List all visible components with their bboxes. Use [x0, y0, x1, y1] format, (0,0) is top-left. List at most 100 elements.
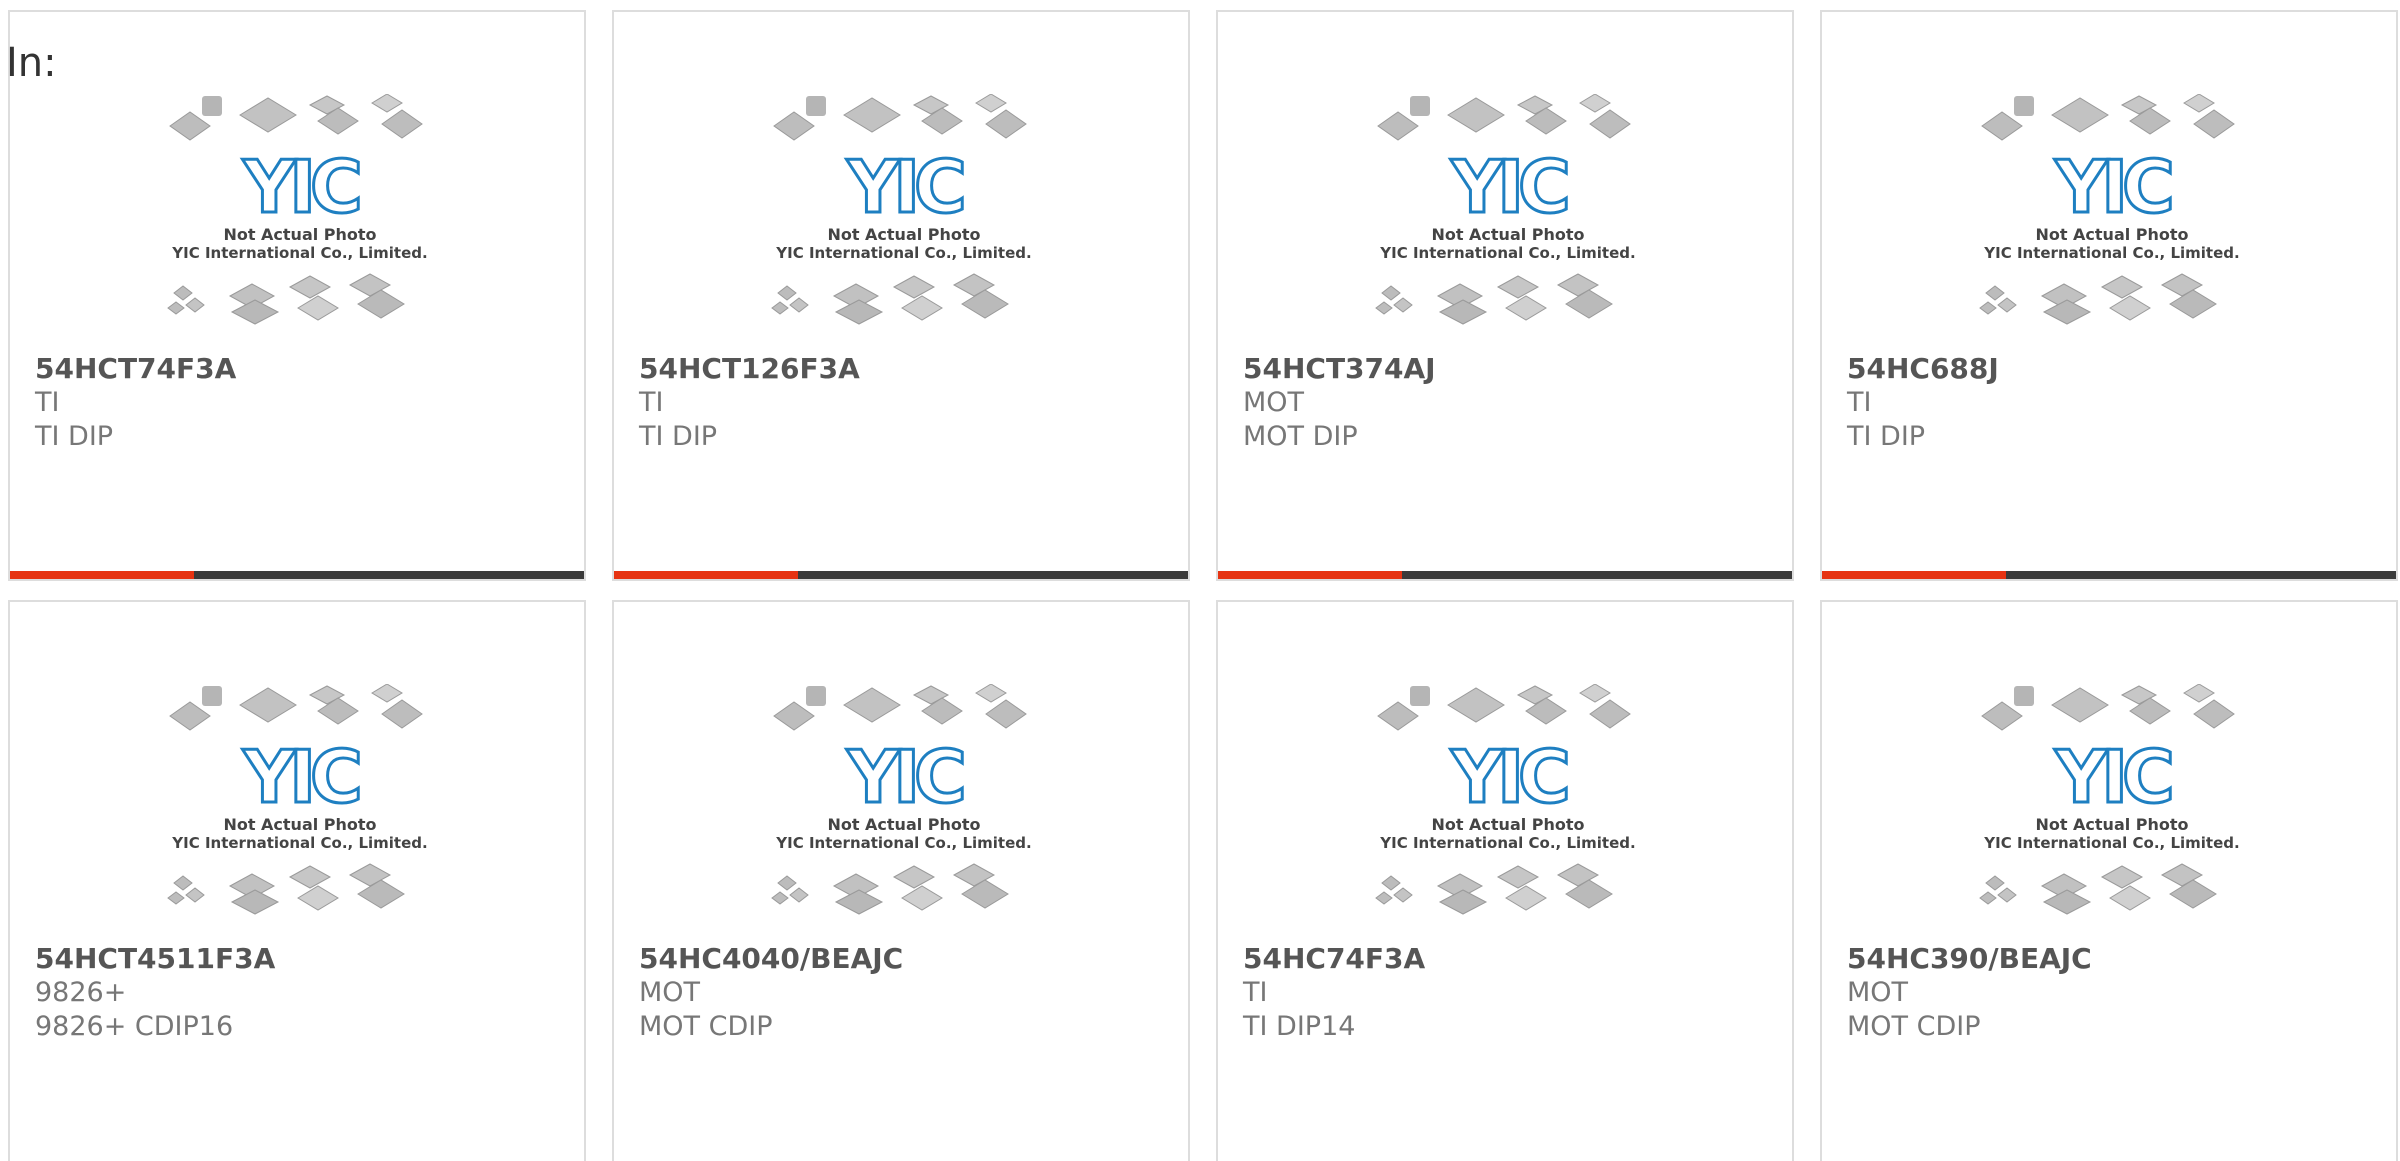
chip-graphic	[2109, 885, 2151, 911]
chip-graphic	[1505, 885, 1547, 911]
product-placeholder-photo[interactable]: YIC Not Actual Photo YIC International Co.…	[1368, 683, 1648, 934]
chip-row-bottom	[771, 273, 1009, 325]
chip-graphic	[806, 96, 826, 116]
manufacturer: TI	[639, 387, 664, 418]
manufacturer: TI	[1243, 977, 1268, 1008]
product-info: 54HC688J TI TI DIP	[1847, 352, 2386, 454]
chip-graphic	[1997, 887, 2017, 903]
company-caption: YIC International Co., Limited.	[1379, 834, 1635, 852]
chip-graphic	[202, 96, 222, 116]
yic-logo-text: YIC	[1450, 735, 1567, 819]
product-card[interactable]: YIC Not Actual Photo YIC International Co.…	[1820, 10, 2398, 581]
chip-graphic	[985, 109, 1027, 139]
product-card[interactable]: YIC Not Actual Photo YIC International Co.…	[8, 600, 586, 1161]
chip-graphic	[167, 301, 185, 315]
product-placeholder-photo[interactable]: YIC Not Actual Photo YIC International Co.…	[1972, 683, 2252, 934]
yic-logo-text: YIC	[2054, 145, 2171, 229]
company-caption: YIC International Co., Limited.	[171, 834, 427, 852]
not-actual-photo-caption: Not Actual Photo	[2035, 225, 2188, 244]
chip-graphic	[1565, 289, 1613, 319]
manufacturer: MOT	[1243, 387, 1305, 418]
chip-graphic	[1377, 701, 1419, 731]
yic-logo-icon: YIC	[1449, 734, 1575, 821]
part-number[interactable]: 54HC688J	[1847, 352, 2386, 386]
chip-graphic	[1579, 683, 1611, 703]
chip-row-top	[773, 93, 1027, 141]
company-caption: YIC International Co., Limited.	[775, 834, 1031, 852]
chip-row-bottom	[167, 273, 405, 325]
chip-graphic	[1381, 285, 1401, 301]
company-caption: YIC International Co., Limited.	[1983, 834, 2239, 852]
product-card[interactable]: YIC Not Actual Photo YIC International Co.…	[612, 600, 1190, 1161]
chip-graphic	[173, 875, 193, 891]
chip-graphic	[777, 875, 797, 891]
chip-graphic	[2014, 686, 2034, 706]
not-actual-photo-caption: Not Actual Photo	[827, 815, 980, 834]
placeholder-photo-graphic: YICNot Actual PhotoYIC International Co.…	[1979, 683, 2240, 915]
chip-graphic	[1981, 701, 2023, 731]
chip-graphic	[1981, 111, 2023, 141]
part-number[interactable]: 54HC390/BEAJC	[1847, 942, 2386, 976]
product-placeholder-photo[interactable]: YIC Not Actual Photo YIC International Co.…	[764, 683, 1044, 934]
package: MOT DIP	[1243, 421, 1358, 452]
yic-logo-icon: YIC	[241, 734, 367, 821]
chip-graphic	[2169, 879, 2217, 909]
chip-graphic	[843, 687, 901, 723]
product-card[interactable]: YIC Not Actual Photo YIC International Co.…	[1216, 10, 1794, 581]
yic-logo-text: YIC	[846, 735, 963, 819]
chip-row-bottom	[1375, 273, 1613, 325]
yic-logo-text: YIC	[242, 735, 359, 819]
chip-graphic	[2183, 93, 2215, 113]
product-card[interactable]: YIC Not Actual Photo YIC International Co.…	[612, 10, 1190, 581]
chip-graphic	[773, 701, 815, 731]
card-progress-bar	[614, 571, 1188, 579]
chip-graphic	[789, 887, 809, 903]
part-number[interactable]: 54HCT74F3A	[35, 352, 574, 386]
chip-graphic	[1377, 111, 1419, 141]
placeholder-photo-graphic: YICNot Actual PhotoYIC International Co.…	[1375, 93, 1636, 325]
chip-graphic	[357, 879, 405, 909]
card-progress-accent	[614, 571, 798, 579]
product-placeholder-photo[interactable]: YIC Not Actual Photo YIC International Co.…	[1368, 93, 1648, 344]
chip-graphic	[1375, 301, 1393, 315]
product-placeholder-photo[interactable]: YIC Not Actual Photo YIC International Co.…	[160, 93, 440, 344]
not-actual-photo-caption: Not Actual Photo	[223, 225, 376, 244]
chip-graphic	[2109, 295, 2151, 321]
chip-graphic	[901, 295, 943, 321]
chip-graphic	[202, 686, 222, 706]
product-card[interactable]: YIC Not Actual Photo YIC International Co.…	[1216, 600, 1794, 1161]
product-placeholder-photo[interactable]: YIC Not Actual Photo YIC International Co.…	[764, 93, 1044, 344]
chip-graphic	[1496, 275, 1540, 299]
not-actual-photo-caption: Not Actual Photo	[827, 225, 980, 244]
chip-row-bottom	[1375, 863, 1613, 915]
chip-graphic	[2193, 699, 2235, 729]
chip-row-top	[169, 683, 423, 731]
product-card[interactable]: YIC Not Actual Photo YIC International Co.…	[8, 10, 586, 581]
part-number[interactable]: 54HC74F3A	[1243, 942, 1782, 976]
part-number[interactable]: 54HCT4511F3A	[35, 942, 574, 976]
placeholder-photo-graphic: YICNot Actual PhotoYIC International Co.…	[167, 683, 428, 915]
chip-graphic	[2014, 96, 2034, 116]
chip-graphic	[985, 699, 1027, 729]
chip-graphic	[1985, 285, 2005, 301]
product-placeholder-photo[interactable]: YIC Not Actual Photo YIC International Co.…	[160, 683, 440, 934]
part-number[interactable]: 54HCT374AJ	[1243, 352, 1782, 386]
chip-graphic	[975, 683, 1007, 703]
package: TI DIP	[35, 421, 114, 452]
chip-graphic	[771, 891, 789, 905]
chip-graphic	[239, 687, 297, 723]
product-placeholder-photo[interactable]: YIC Not Actual Photo YIC International Co.…	[1972, 93, 2252, 344]
chip-graphic	[789, 297, 809, 313]
card-progress-bar	[1218, 571, 1792, 579]
part-number[interactable]: 54HC4040/BEAJC	[639, 942, 1178, 976]
package: TI DIP14	[1243, 1011, 1356, 1042]
chip-graphic	[2100, 275, 2144, 299]
product-info: 54HCT74F3A TI TI DIP	[35, 352, 574, 454]
chip-graphic	[2100, 865, 2144, 889]
chip-graphic	[1375, 891, 1393, 905]
chip-graphic	[975, 93, 1007, 113]
part-number[interactable]: 54HCT126F3A	[639, 352, 1178, 386]
product-card[interactable]: YIC Not Actual Photo YIC International Co.…	[1820, 600, 2398, 1161]
not-actual-photo-caption: Not Actual Photo	[1431, 815, 1584, 834]
chip-graphic	[961, 289, 1009, 319]
